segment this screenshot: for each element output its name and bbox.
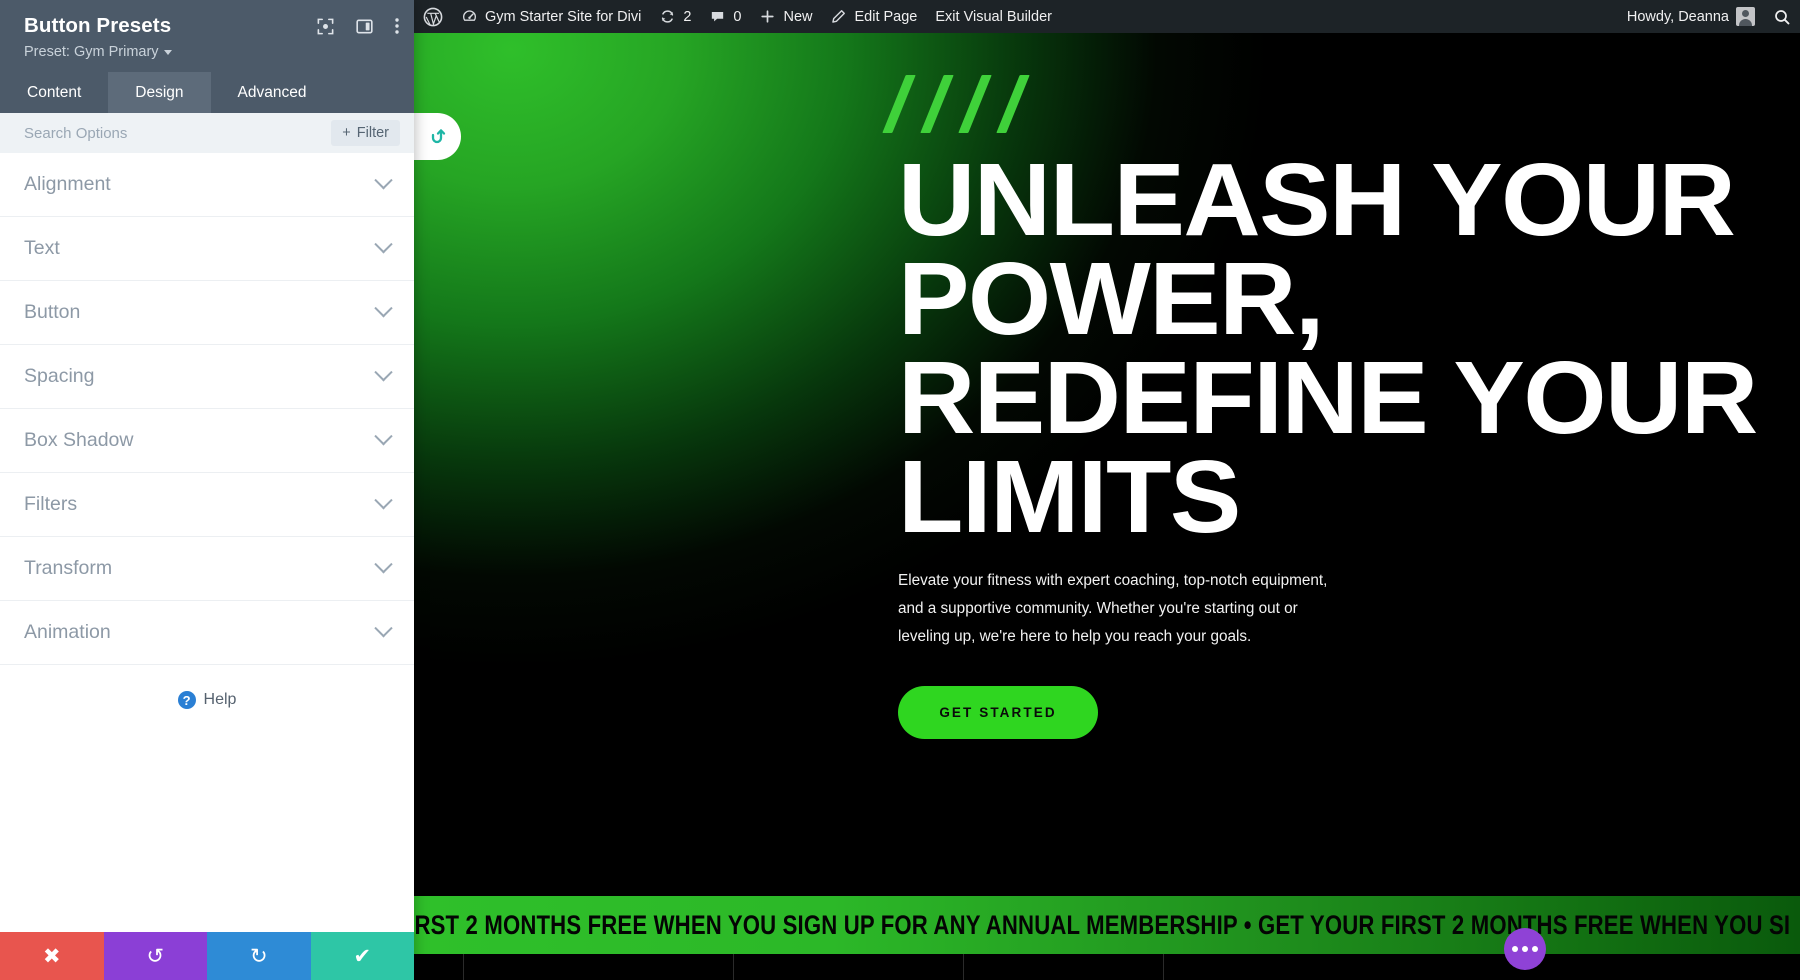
option-group-spacing[interactable]: Spacing xyxy=(0,345,414,409)
question-mark-icon: ? xyxy=(177,691,196,709)
preset-label: Preset: Gym Primary xyxy=(24,44,159,60)
adminbar-search-button[interactable] xyxy=(1764,0,1800,33)
avatar xyxy=(1736,7,1755,26)
save-button[interactable]: ✔ xyxy=(310,932,414,980)
comments-menu[interactable]: 0 xyxy=(700,0,750,33)
site-name-menu[interactable]: Gym Starter Site for Divi xyxy=(452,0,650,33)
comments-count: 0 xyxy=(733,8,742,25)
bottom-grid xyxy=(414,954,1800,980)
option-group-transform[interactable]: Transform xyxy=(0,537,414,601)
account-menu[interactable]: Howdy, Deanna xyxy=(1618,0,1764,33)
wordpress-admin-bar: Gym Starter Site for Divi 2 0 New Edit P… xyxy=(414,0,1800,33)
chevron-down-icon xyxy=(374,555,393,574)
focus-target-icon[interactable] xyxy=(316,17,335,36)
search-icon xyxy=(1773,8,1791,26)
option-group-label: Button xyxy=(24,301,81,323)
chevron-down-icon xyxy=(374,171,393,190)
three-dots-icon xyxy=(1512,946,1518,952)
panel-action-bar: ✖ ↺ ↻ ✔ xyxy=(0,932,414,980)
option-group-box-shadow[interactable]: Box Shadow xyxy=(0,409,414,473)
chevron-down-icon xyxy=(374,427,393,446)
option-group-label: Spacing xyxy=(24,365,95,387)
option-group-text[interactable]: Text xyxy=(0,217,414,281)
option-group-label: Transform xyxy=(24,557,113,579)
three-dots-icon xyxy=(1522,946,1528,952)
filter-button[interactable]: + Filter xyxy=(331,120,400,146)
site-name-label: Gym Starter Site for Divi xyxy=(485,8,642,25)
howdy-label: Howdy, Deanna xyxy=(1626,8,1729,25)
button-presets-settings-panel: Button Presets Preset: Gym Primary Conte… xyxy=(0,0,414,980)
search-row: + Filter xyxy=(0,113,414,153)
chevron-down-icon xyxy=(374,619,393,638)
option-group-alignment[interactable]: Alignment xyxy=(0,153,414,217)
option-group-filters[interactable]: Filters xyxy=(0,473,414,537)
preset-selector[interactable]: Preset: Gym Primary xyxy=(24,44,172,60)
option-group-button[interactable]: Button xyxy=(0,281,414,345)
dashboard-icon xyxy=(461,8,478,25)
exit-visual-builder-link[interactable]: Exit Visual Builder xyxy=(926,0,1061,33)
option-group-label: Alignment xyxy=(24,173,111,195)
comment-bubble-icon xyxy=(709,8,726,25)
chevron-down-icon xyxy=(374,235,393,254)
plus-icon xyxy=(759,8,776,25)
edit-page-link[interactable]: Edit Page xyxy=(821,0,926,33)
option-group-label: Filters xyxy=(24,493,78,515)
new-label: New xyxy=(783,8,813,25)
plus-icon: + xyxy=(342,125,351,141)
help-link[interactable]: ? Help xyxy=(0,665,414,709)
chevron-down-icon xyxy=(374,491,393,510)
option-group-label: Animation xyxy=(24,621,111,643)
edit-page-label: Edit Page xyxy=(854,8,918,25)
chevron-down-icon xyxy=(163,49,172,55)
tab-advanced[interactable]: Advanced xyxy=(211,72,334,113)
layout-panel-icon[interactable] xyxy=(355,17,374,36)
chevron-down-icon xyxy=(374,299,393,318)
option-group-label: Text xyxy=(24,237,60,259)
help-label: Help xyxy=(203,691,237,708)
undo-button[interactable]: ↺ xyxy=(103,932,207,980)
hero-heading: Unleash Your Power, Redefine Your Limits xyxy=(898,142,1758,554)
more-vertical-icon[interactable] xyxy=(394,16,400,36)
hero-paragraph: Elevate your fitness with expert coachin… xyxy=(898,572,1328,645)
updates-count: 2 xyxy=(683,8,692,25)
page-canvas: Unleash Your Power, Redefine Your Limits… xyxy=(414,33,1800,980)
wordpress-logo-icon xyxy=(423,7,443,27)
promo-marquee: R FIRST 2 MONTHS FREE WHEN YOU SIGN UP F… xyxy=(414,896,1800,954)
panel-header-icons xyxy=(316,16,400,36)
discard-button[interactable]: ✖ xyxy=(0,932,104,980)
panel-header: Button Presets Preset: Gym Primary xyxy=(0,0,414,72)
tab-design[interactable]: Design xyxy=(108,72,211,113)
decorative-slashes xyxy=(882,75,1030,135)
wordpress-logo-menu[interactable] xyxy=(414,0,452,33)
tab-content[interactable]: Content xyxy=(0,72,108,113)
updates-menu[interactable]: 2 xyxy=(650,0,700,33)
new-content-menu[interactable]: New xyxy=(750,0,821,33)
curved-arrow-icon[interactable] xyxy=(414,113,461,160)
option-group-list: Alignment Text Button Spacing Box Shadow… xyxy=(0,153,414,932)
option-group-animation[interactable]: Animation xyxy=(0,601,414,665)
pencil-edit-icon xyxy=(830,8,847,25)
exit-visual-builder-label: Exit Visual Builder xyxy=(935,8,1052,25)
get-started-button[interactable]: GET STARTED xyxy=(898,686,1098,739)
more-options-fab[interactable] xyxy=(1504,928,1546,970)
update-refresh-icon xyxy=(659,8,676,25)
marquee-text: R FIRST 2 MONTHS FREE WHEN YOU SIGN UP F… xyxy=(414,909,1791,940)
hero-section: Unleash Your Power, Redefine Your Limits… xyxy=(414,33,1800,866)
three-dots-icon xyxy=(1532,946,1538,952)
search-input[interactable] xyxy=(24,124,332,142)
panel-tabs: Content Design Advanced xyxy=(0,72,414,113)
option-group-label: Box Shadow xyxy=(24,429,134,451)
chevron-down-icon xyxy=(374,363,393,382)
filter-label: Filter xyxy=(356,125,389,141)
redo-button[interactable]: ↻ xyxy=(207,932,311,980)
